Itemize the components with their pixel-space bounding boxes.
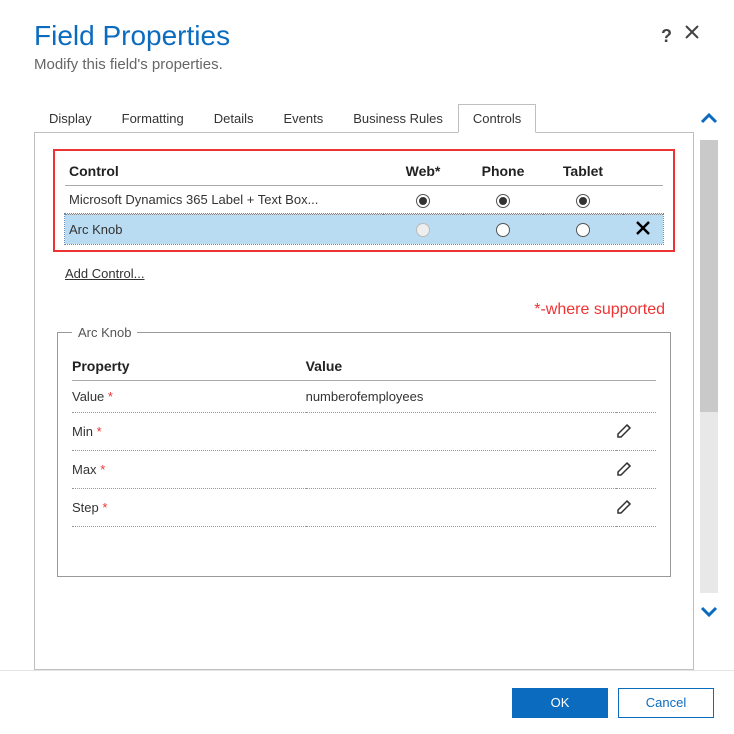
radio-phone[interactable]	[496, 223, 510, 237]
property-row: Min *	[72, 412, 656, 450]
close-icon[interactable]	[684, 20, 700, 43]
control-name: Arc Knob	[65, 214, 383, 244]
tab-business-rules[interactable]: Business Rules	[338, 104, 458, 133]
col-phone: Phone	[463, 157, 543, 186]
scroll-track[interactable]	[700, 140, 718, 593]
delete-control-icon[interactable]	[623, 214, 663, 244]
tab-controls[interactable]: Controls	[458, 104, 536, 133]
control-name: Microsoft Dynamics 365 Label + Text Box.…	[65, 186, 383, 215]
property-row: Value * numberofemployees	[72, 380, 656, 412]
add-control-link[interactable]: Add Control...	[65, 266, 145, 281]
property-value	[306, 450, 616, 488]
radio-web[interactable]	[416, 194, 430, 208]
property-row: Max *	[72, 450, 656, 488]
radio-phone[interactable]	[496, 194, 510, 208]
page-title: Field Properties	[34, 20, 661, 52]
property-name: Max	[72, 462, 97, 477]
property-name: Value	[72, 389, 104, 404]
tab-events[interactable]: Events	[269, 104, 339, 133]
property-value: numberofemployees	[306, 380, 616, 412]
control-row[interactable]: Arc Knob	[65, 214, 663, 244]
scroll-up-icon[interactable]	[699, 103, 719, 138]
property-fieldset: Arc Knob Property Value Value *	[57, 325, 671, 577]
radio-tablet[interactable]	[576, 223, 590, 237]
required-asterisk: *	[100, 462, 105, 477]
edit-icon[interactable]	[616, 412, 656, 450]
tab-display[interactable]: Display	[34, 104, 107, 133]
required-asterisk: *	[97, 424, 102, 439]
support-note: *-where supported	[53, 301, 665, 319]
tab-formatting[interactable]: Formatting	[107, 104, 199, 133]
col-web: Web*	[383, 157, 463, 186]
page-subtitle: Modify this field's properties.	[34, 56, 700, 73]
controls-callout: Control Web* Phone Tablet Microsoft Dyna…	[53, 149, 675, 252]
scroll-thumb[interactable]	[700, 140, 718, 412]
property-value	[306, 488, 616, 526]
property-name: Step	[72, 500, 99, 515]
controls-table: Control Web* Phone Tablet Microsoft Dyna…	[65, 157, 663, 244]
property-name: Min	[72, 424, 93, 439]
property-table: Property Value Value * numberofemployees	[72, 352, 656, 527]
required-asterisk: *	[102, 500, 107, 515]
property-value	[306, 412, 616, 450]
radio-web	[416, 223, 430, 237]
cancel-button[interactable]: Cancel	[618, 688, 714, 718]
scroll-down-icon[interactable]	[699, 595, 719, 630]
required-asterisk: *	[108, 389, 113, 404]
radio-tablet[interactable]	[576, 194, 590, 208]
tab-details[interactable]: Details	[199, 104, 269, 133]
col-tablet: Tablet	[543, 157, 623, 186]
vertical-scrollbar[interactable]	[694, 83, 724, 670]
edit-icon[interactable]	[616, 488, 656, 526]
help-icon[interactable]: ?	[661, 20, 672, 47]
col-property: Property	[72, 352, 306, 381]
property-row: Step *	[72, 488, 656, 526]
col-control: Control	[65, 157, 383, 186]
fieldset-legend: Arc Knob	[72, 325, 137, 340]
edit-icon[interactable]	[616, 450, 656, 488]
ok-button[interactable]: OK	[512, 688, 608, 718]
col-value: Value	[306, 352, 616, 381]
control-row[interactable]: Microsoft Dynamics 365 Label + Text Box.…	[65, 186, 663, 215]
tabstrip: Display Formatting Details Events Busine…	[34, 103, 694, 133]
